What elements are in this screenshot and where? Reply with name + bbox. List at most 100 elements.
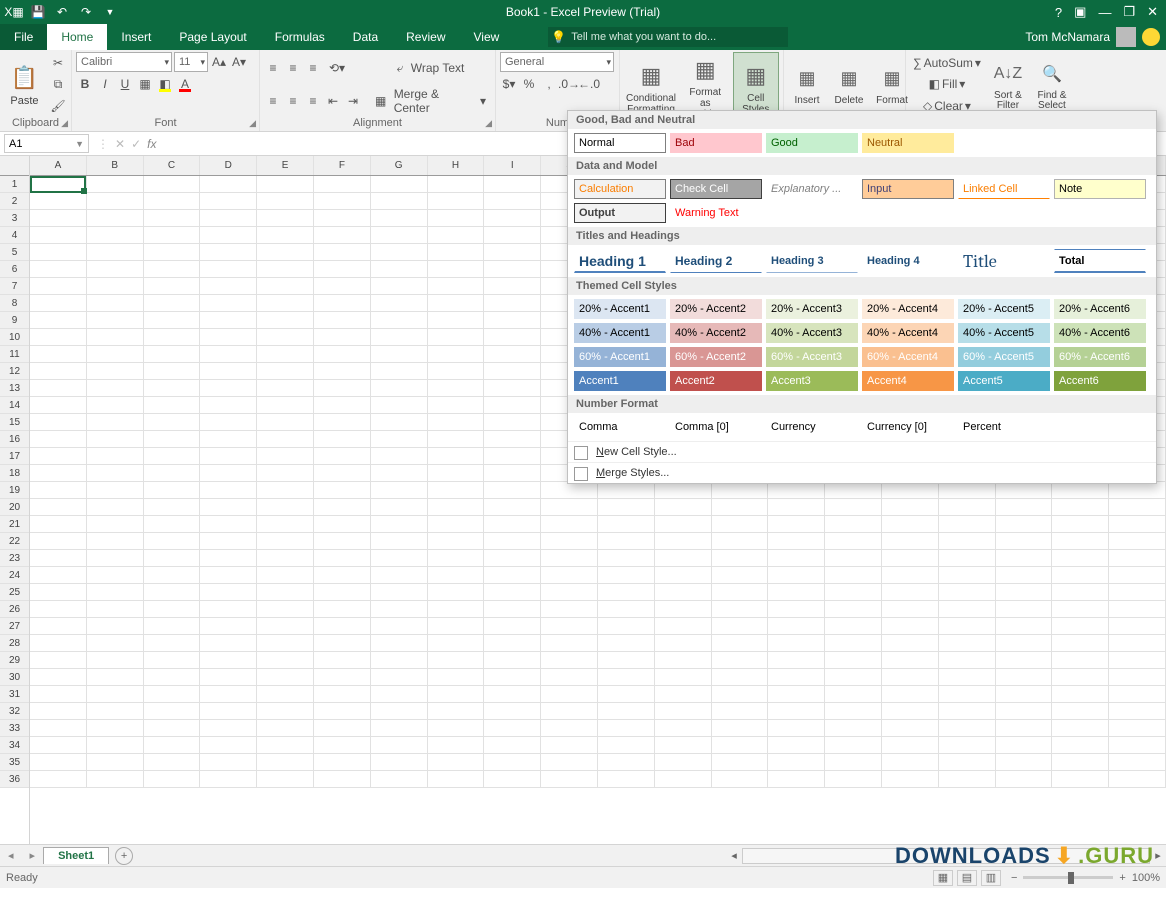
cell[interactable]: [428, 652, 485, 668]
cell[interactable]: [882, 516, 939, 532]
cell[interactable]: [428, 397, 485, 413]
cell[interactable]: [1052, 482, 1109, 498]
cell[interactable]: [87, 482, 144, 498]
cell[interactable]: [87, 363, 144, 379]
cell[interactable]: [314, 176, 371, 192]
cell[interactable]: [200, 482, 257, 498]
cell[interactable]: [371, 465, 428, 481]
cell[interactable]: [768, 669, 825, 685]
row-header[interactable]: 6: [0, 261, 29, 278]
cell[interactable]: [484, 652, 541, 668]
cell[interactable]: [712, 499, 769, 515]
minimize-icon[interactable]: —: [1098, 5, 1111, 20]
cell[interactable]: [712, 720, 769, 736]
style-option[interactable]: Accent2: [670, 371, 762, 391]
align-center-icon[interactable]: ≡: [284, 92, 302, 110]
align-left-icon[interactable]: ≡: [264, 92, 282, 110]
cell[interactable]: [371, 380, 428, 396]
cell[interactable]: [825, 737, 882, 753]
copy-icon[interactable]: ⧉: [49, 75, 67, 93]
cell[interactable]: [87, 550, 144, 566]
cell[interactable]: [314, 312, 371, 328]
cell[interactable]: [257, 380, 314, 396]
cell[interactable]: [484, 176, 541, 192]
cell[interactable]: [200, 601, 257, 617]
cell[interactable]: [768, 567, 825, 583]
style-option[interactable]: 20% - Accent3: [766, 299, 858, 319]
cell[interactable]: [371, 771, 428, 787]
style-option[interactable]: Bad: [670, 133, 762, 153]
cell[interactable]: [314, 397, 371, 413]
cell[interactable]: [30, 652, 87, 668]
cell[interactable]: [30, 210, 87, 226]
row-header[interactable]: 19: [0, 482, 29, 499]
cell[interactable]: [371, 516, 428, 532]
cell[interactable]: [314, 737, 371, 753]
cell[interactable]: [655, 669, 712, 685]
cell[interactable]: [428, 584, 485, 600]
cell[interactable]: [257, 295, 314, 311]
paste-button[interactable]: 📋 Paste: [4, 52, 45, 117]
row-header[interactable]: 13: [0, 380, 29, 397]
cell[interactable]: [541, 482, 598, 498]
style-option[interactable]: Note: [1054, 179, 1146, 199]
cell[interactable]: [1052, 516, 1109, 532]
sort-filter-button[interactable]: A↓ZSort & Filter: [988, 52, 1028, 117]
cell[interactable]: [598, 720, 655, 736]
cell[interactable]: [1109, 618, 1166, 634]
cell[interactable]: [371, 550, 428, 566]
cell[interactable]: [939, 584, 996, 600]
cell[interactable]: [257, 584, 314, 600]
cell[interactable]: [87, 533, 144, 549]
delete-cells-button[interactable]: ▦Delete: [830, 52, 868, 117]
zoom-slider[interactable]: [1023, 876, 1113, 879]
cell[interactable]: [825, 533, 882, 549]
cell[interactable]: [87, 431, 144, 447]
cell[interactable]: [428, 703, 485, 719]
cell[interactable]: [484, 363, 541, 379]
cell[interactable]: [30, 686, 87, 702]
cell[interactable]: [428, 618, 485, 634]
cell[interactable]: [484, 720, 541, 736]
cell[interactable]: [257, 193, 314, 209]
cell[interactable]: [30, 193, 87, 209]
cell[interactable]: [825, 618, 882, 634]
merge-center-button[interactable]: ▦ Merge & Center ▾: [370, 92, 491, 110]
cell[interactable]: [314, 210, 371, 226]
cell[interactable]: [882, 567, 939, 583]
cell[interactable]: [87, 516, 144, 532]
cell[interactable]: [768, 550, 825, 566]
font-dialog-icon[interactable]: ◢: [249, 118, 256, 129]
comma-format-icon[interactable]: ,: [540, 75, 558, 93]
cell[interactable]: [541, 669, 598, 685]
cell[interactable]: [144, 244, 201, 260]
cell[interactable]: [314, 771, 371, 787]
cell[interactable]: [712, 584, 769, 600]
cell[interactable]: [825, 482, 882, 498]
style-option[interactable]: 60% - Accent5: [958, 347, 1050, 367]
cell[interactable]: [30, 312, 87, 328]
cell[interactable]: [371, 499, 428, 515]
cell[interactable]: [200, 380, 257, 396]
style-option[interactable]: Normal: [574, 133, 666, 153]
cell[interactable]: [200, 244, 257, 260]
cell[interactable]: [144, 584, 201, 600]
cell[interactable]: [1109, 652, 1166, 668]
cell[interactable]: [257, 312, 314, 328]
cell[interactable]: [768, 618, 825, 634]
cell[interactable]: [200, 516, 257, 532]
style-option[interactable]: 40% - Accent5: [958, 323, 1050, 343]
cell[interactable]: [484, 635, 541, 651]
cell[interactable]: [1109, 584, 1166, 600]
row-header[interactable]: 12: [0, 363, 29, 380]
cell[interactable]: [257, 601, 314, 617]
cell[interactable]: [371, 635, 428, 651]
cell[interactable]: [484, 312, 541, 328]
cell[interactable]: [428, 465, 485, 481]
cell[interactable]: [484, 533, 541, 549]
align-bottom-icon[interactable]: ≡: [304, 59, 322, 77]
cell[interactable]: [428, 312, 485, 328]
style-option[interactable]: 60% - Accent2: [670, 347, 762, 367]
cell[interactable]: [257, 686, 314, 702]
cell[interactable]: [825, 686, 882, 702]
